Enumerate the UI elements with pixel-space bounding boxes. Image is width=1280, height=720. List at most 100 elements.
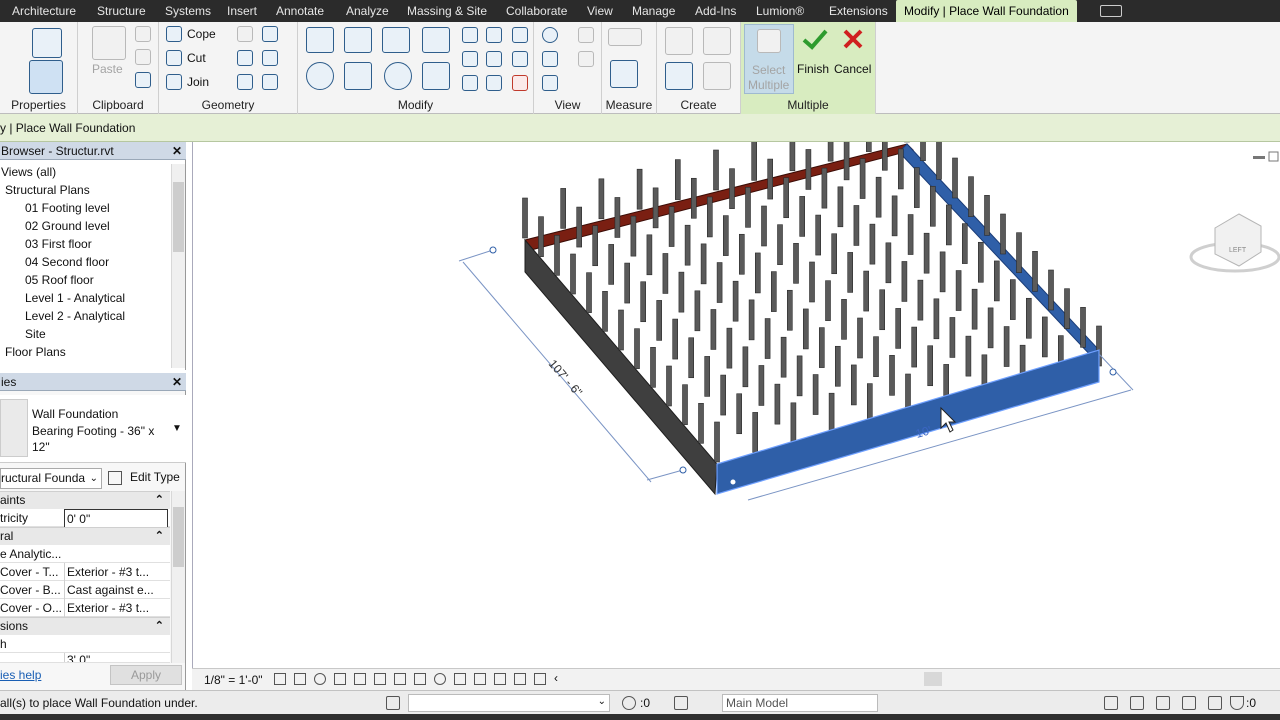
rotate-icon[interactable] [384, 62, 412, 90]
front-footing-blue-selected[interactable] [716, 349, 1100, 495]
offset-icon[interactable] [344, 27, 372, 53]
split-gap-icon[interactable] [486, 27, 502, 43]
shadows-icon[interactable] [334, 673, 346, 685]
tab-extensions[interactable]: Extensions [829, 0, 888, 22]
join-icon[interactable] [166, 74, 182, 90]
worksets-icon[interactable] [386, 696, 400, 710]
tab-systems[interactable]: Systems [165, 0, 211, 22]
category-select[interactable]: ructural Founda ⌄ [0, 468, 102, 489]
lock-view-icon[interactable] [374, 673, 386, 685]
project-browser-close-icon[interactable]: ✕ [172, 142, 182, 160]
tab-add-ins[interactable]: Add-Ins [695, 0, 736, 22]
pin-icon[interactable] [512, 27, 528, 43]
analytical-model-icon[interactable] [474, 673, 486, 685]
tab-structure[interactable]: Structure [97, 0, 146, 22]
beam-join-icon[interactable] [237, 74, 253, 90]
properties-scroll-thumb[interactable] [173, 507, 184, 567]
show-crop-icon[interactable] [414, 673, 426, 685]
reveal-constraints-icon[interactable] [514, 673, 526, 685]
tree-item-structural-plans[interactable]: Structural Plans [5, 183, 90, 197]
copy-icon[interactable] [344, 62, 372, 90]
tab-collaborate[interactable]: Collaborate [506, 0, 567, 22]
sun-path-icon[interactable] [314, 673, 326, 685]
tree-item-first-floor[interactable]: 03 First floor [25, 237, 92, 251]
unpin-icon[interactable] [512, 51, 528, 67]
type-selector[interactable]: Wall Foundation Bearing Footing - 36" x … [0, 395, 186, 463]
drawing-canvas[interactable]: 107' - 6" 10' LEFT [192, 101, 1280, 668]
tree-item-ground-level[interactable]: 02 Ground level [25, 219, 110, 233]
properties-help-link[interactable]: ies help [0, 668, 41, 682]
tab-lumion[interactable]: Lumion® [756, 0, 804, 22]
design-options-icon[interactable] [674, 696, 688, 710]
tree-item-footing-level[interactable]: 01 Footing level [25, 201, 110, 215]
cope-button[interactable]: Cope [187, 27, 216, 41]
cancel-button[interactable]: Cancel [834, 24, 874, 76]
tab-annotate[interactable]: Annotate [276, 0, 324, 22]
detail-level-icon[interactable] [274, 673, 286, 685]
delete-icon[interactable] [512, 75, 528, 91]
array-icon[interactable] [462, 51, 478, 67]
properties-close-icon[interactable]: ✕ [172, 373, 182, 391]
visual-style-icon[interactable] [294, 673, 306, 685]
drag-elements-icon[interactable] [1208, 696, 1222, 710]
tab-massing-site[interactable]: Massing & Site [407, 0, 487, 22]
temp-hide-icon[interactable] [434, 673, 446, 685]
scale-icon[interactable] [486, 51, 502, 67]
eccentricity-input[interactable]: 0' 0" [64, 509, 168, 529]
select-links-icon[interactable] [1104, 696, 1118, 710]
canvas-restore-icon[interactable] [1268, 151, 1279, 162]
group-structural[interactable]: ral ⌃ [0, 527, 170, 545]
cut-profile-icon[interactable] [542, 75, 558, 91]
scroll-left-icon[interactable]: ‹ [554, 671, 558, 685]
dimension-grip-icon[interactable] [489, 246, 497, 254]
prop-value[interactable]: Cast against e... [64, 581, 168, 599]
viewcube-icon[interactable] [1214, 213, 1262, 267]
finish-button[interactable]: Finish [796, 24, 832, 76]
trim-multiple-icon[interactable] [462, 75, 478, 91]
prop-value[interactable]: Exterior - #3 t... [64, 599, 168, 617]
hide-bulb-icon[interactable] [542, 27, 558, 43]
workset-dropdown[interactable]: ⌄ [408, 694, 610, 712]
mirror-axis-icon[interactable] [382, 27, 410, 53]
tab-view[interactable]: View [587, 0, 613, 22]
properties-icon[interactable] [29, 60, 63, 94]
filter-icon[interactable] [1230, 696, 1244, 710]
project-browser-scrollbar[interactable] [171, 164, 185, 368]
demolish-icon[interactable] [262, 50, 278, 66]
tab-analyze[interactable]: Analyze [346, 0, 389, 22]
group-dimensions[interactable]: sions ⌃ [0, 617, 170, 635]
apply-button[interactable]: Apply [110, 665, 182, 685]
select-underlay-icon[interactable] [1130, 696, 1144, 710]
align-icon[interactable] [306, 27, 334, 53]
prop-value[interactable]: Exterior - #3 t... [64, 563, 168, 581]
tree-item-roof-floor[interactable]: 05 Roof floor [25, 273, 94, 287]
horizontal-scroll-thumb[interactable] [924, 672, 942, 686]
mirror-draw-icon[interactable] [422, 27, 450, 53]
ribbon-minimize-icon[interactable] [1100, 5, 1122, 17]
aligned-dimension-icon[interactable] [610, 60, 638, 88]
project-browser-scroll-thumb[interactable] [173, 182, 184, 252]
group-constraints[interactable]: aints ⌃ [0, 491, 170, 509]
type-properties-icon[interactable] [32, 28, 62, 58]
crop-view-icon[interactable] [394, 673, 406, 685]
select-by-face-icon[interactable] [1182, 696, 1196, 710]
tree-item-second-floor[interactable]: 04 Second floor [25, 255, 109, 269]
tab-architecture[interactable]: Architecture [12, 0, 76, 22]
tree-item-views-all[interactable]: Views (all) [1, 165, 56, 179]
match-properties-icon[interactable] [135, 72, 151, 88]
cut-button[interactable]: Cut [187, 51, 206, 65]
move-icon[interactable] [306, 62, 334, 90]
trim-extend-icon[interactable] [422, 62, 450, 90]
dimension-grip-icon[interactable] [729, 478, 737, 486]
wall-joins-icon[interactable] [237, 50, 253, 66]
model-view-svg[interactable]: 107' - 6" 10' LEFT [193, 101, 1280, 668]
design-option-select[interactable]: Main Model [722, 694, 878, 712]
split-element-icon[interactable] [462, 27, 478, 43]
paint-icon[interactable] [262, 26, 278, 42]
join-button[interactable]: Join [187, 75, 209, 89]
highlight-displacement-icon[interactable] [494, 673, 506, 685]
reveal-hidden-icon[interactable] [454, 673, 466, 685]
dimension-grip-icon[interactable] [679, 466, 687, 474]
tree-item-site[interactable]: Site [25, 327, 46, 341]
select-pinned-icon[interactable] [1156, 696, 1170, 710]
